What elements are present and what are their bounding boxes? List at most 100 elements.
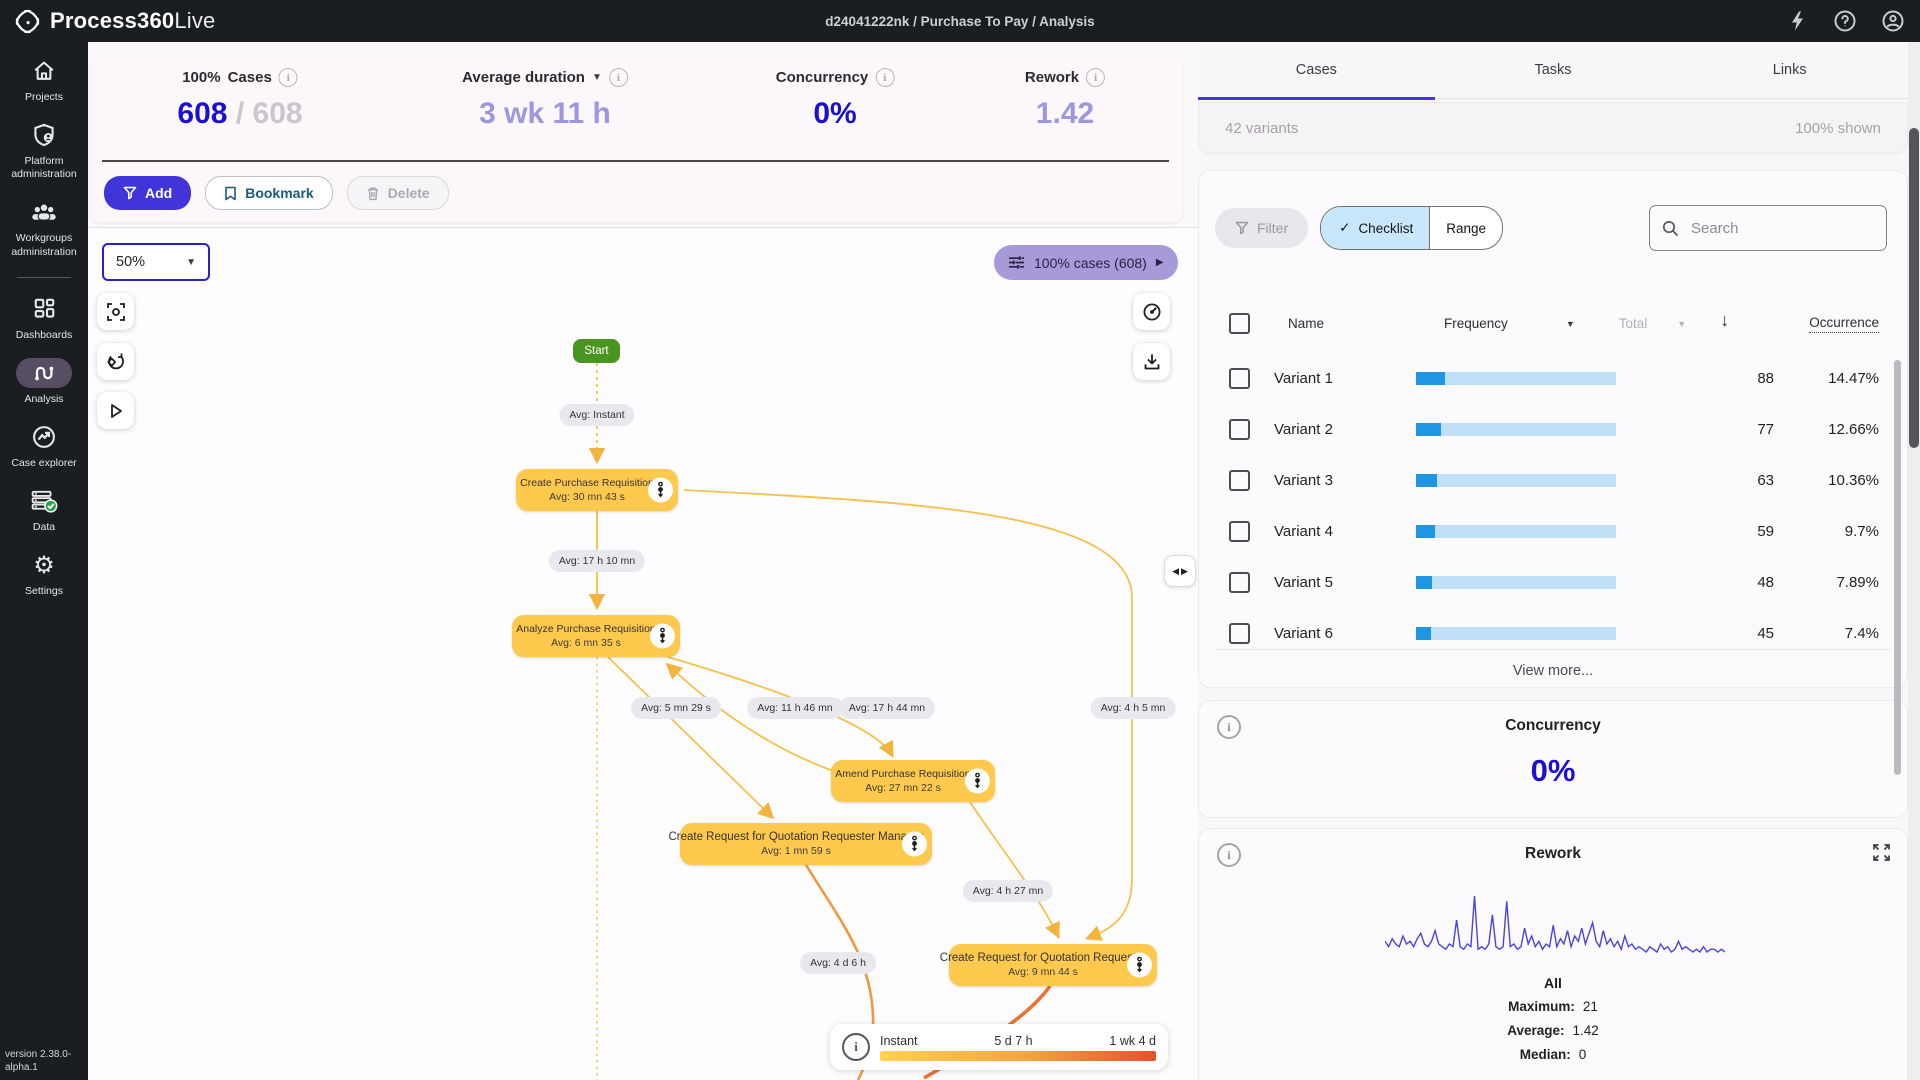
info-icon[interactable]: i — [278, 68, 298, 87]
breadcrumb: d24041222nk / Purchase To Pay / Analysis — [825, 13, 1095, 29]
list-mode-toggle: ✓ Checklist Range — [1320, 206, 1503, 250]
row-checkbox[interactable] — [1229, 418, 1250, 440]
play-icon — [107, 402, 125, 420]
info-icon[interactable]: i — [1086, 68, 1106, 87]
node-create-rfq-requester-manager[interactable]: Create Request for Quotation Requester M… — [668, 823, 932, 865]
activity-steps-icon[interactable] — [965, 768, 990, 794]
check-icon: ✓ — [1339, 220, 1351, 235]
tab-links[interactable]: Links — [1671, 42, 1908, 98]
gauge-icon — [1142, 302, 1162, 322]
version-label: version 2.38.0- alpha.1 — [5, 1049, 72, 1073]
view-more-link[interactable]: View more... — [1199, 663, 1907, 679]
data-icon — [30, 488, 58, 514]
account-button[interactable] — [1880, 8, 1906, 34]
panel-resize-handle[interactable]: ◀ ▶ — [1164, 555, 1196, 587]
variant-row[interactable]: Variant 1 88 14.47% — [1229, 361, 1879, 395]
edge-label: Avg: 4 h 5 mn — [1090, 697, 1176, 719]
row-checkbox[interactable] — [1229, 571, 1250, 593]
sidebar-item-projects[interactable]: Projects — [0, 56, 88, 104]
performance-view-button[interactable] — [1133, 293, 1170, 330]
checklist-toggle[interactable]: ✓ Checklist — [1321, 207, 1430, 249]
search-input[interactable] — [1689, 218, 1863, 238]
tab-tasks[interactable]: Tasks — [1435, 42, 1672, 98]
variant-row[interactable]: Variant 3 63 10.36% — [1229, 463, 1879, 497]
sidebar-item-platform-administration[interactable]: Platform administration — [0, 120, 88, 181]
stats-card: 100% Cases i 608 / 608 Average duration … — [90, 54, 1183, 222]
expand-icon[interactable] — [1872, 843, 1891, 862]
search-box — [1649, 205, 1887, 251]
chevron-down-icon: ▼ — [186, 256, 196, 268]
fit-to-screen-button[interactable] — [97, 293, 134, 330]
variant-row[interactable]: Variant 4 59 9.7% — [1229, 514, 1879, 548]
chevron-right-icon: ▶ — [1155, 257, 1164, 268]
variant-row[interactable]: Variant 6 45 7.4% — [1229, 616, 1879, 650]
add-filter-button[interactable]: Add — [104, 176, 192, 210]
sort-descending-icon[interactable]: ↓ — [1720, 310, 1729, 331]
panel-scrollbar-thumb[interactable] — [1909, 128, 1919, 448]
variant-row[interactable]: Variant 5 48 7.89% — [1229, 565, 1879, 599]
zoom-select[interactable]: 50% ▼ — [102, 243, 210, 281]
sidebar-item-dashboards[interactable]: Dashboards — [0, 294, 88, 342]
node-analyze-purchase-requisition[interactable]: Analyze Purchase Requisition Avg: 6 mn 3… — [512, 615, 680, 657]
stat-rework: Rework i 1.42 — [1025, 68, 1106, 131]
row-checkbox[interactable] — [1229, 622, 1250, 644]
info-icon[interactable]: i — [875, 68, 895, 87]
activity-steps-icon[interactable] — [1127, 952, 1152, 978]
column-total[interactable]: Total — [1619, 316, 1648, 331]
help-button[interactable] — [1832, 8, 1858, 34]
node-amend-purchase-requisition[interactable]: Amend Purchase Requisition Avg: 27 mn 22… — [831, 760, 995, 802]
activity-steps-icon[interactable] — [650, 623, 675, 649]
column-occurrence[interactable]: Occurrence — [1809, 315, 1879, 333]
activity-steps-icon[interactable] — [902, 831, 927, 857]
sidebar: Projects Platform administration Workgro… — [0, 42, 88, 1080]
column-name: Name — [1288, 316, 1325, 331]
sidebar-item-settings[interactable]: ⚙ Settings — [0, 550, 88, 598]
row-checkbox[interactable] — [1229, 520, 1250, 542]
info-icon[interactable]: i — [608, 68, 628, 87]
variants-scrollbar-thumb[interactable] — [1894, 360, 1901, 775]
chevron-right-icon: ▶ — [1181, 565, 1188, 576]
variant-row[interactable]: Variant 2 77 12.66% — [1229, 412, 1879, 446]
node-create-rfq-requester[interactable]: Create Request for Quotation Requester A… — [940, 944, 1157, 986]
chevron-down-icon[interactable]: ▼ — [1677, 319, 1686, 329]
row-checkbox[interactable] — [1229, 367, 1250, 389]
rework-sparkline — [1385, 891, 1725, 955]
edge-label: Avg: 17 h 44 mn — [838, 697, 936, 719]
quick-actions-button[interactable] — [1784, 8, 1810, 34]
frequency-bar — [1416, 626, 1616, 640]
row-checkbox[interactable] — [1229, 469, 1250, 491]
sidebar-item-case-explorer[interactable]: Case explorer — [0, 422, 88, 470]
column-frequency[interactable]: Frequency — [1444, 316, 1508, 331]
dashboards-icon — [32, 296, 57, 321]
sidebar-item-workgroups-administration[interactable]: Workgroups administration — [0, 197, 88, 258]
variants-table-header: Name Frequency ▼ Total ▼ ↓ Occurrence — [1229, 310, 1879, 334]
delete-button[interactable]: Delete — [346, 176, 449, 210]
select-all-checkbox[interactable] — [1229, 313, 1250, 334]
sidebar-item-data[interactable]: Data — [0, 486, 88, 534]
chevron-down-icon[interactable]: ▼ — [592, 72, 602, 83]
process-map[interactable]: 50% ▼ 100% cases (608) ▶ ◀ ▶ Start Avg: … — [88, 228, 1199, 1080]
shield-admin-icon — [31, 122, 57, 148]
reset-view-button[interactable] — [97, 343, 134, 380]
chevron-down-icon[interactable]: ▼ — [1566, 319, 1575, 329]
download-button[interactable] — [1133, 343, 1170, 380]
home-icon — [31, 59, 57, 83]
filter-button[interactable]: Filter — [1215, 208, 1309, 248]
activity-steps-icon[interactable] — [648, 477, 673, 503]
tab-cases[interactable]: Cases — [1198, 42, 1435, 100]
panel-tabs: Cases Tasks Links — [1198, 42, 1908, 100]
cases-percentage-button[interactable]: 100% cases (608) ▶ — [994, 245, 1178, 280]
sidebar-item-analysis[interactable]: Analysis — [0, 357, 88, 406]
info-icon[interactable]: i — [842, 1033, 870, 1061]
right-panel: Cases Tasks Links 42 variants 100% shown… — [1198, 42, 1920, 1080]
edge-label: Avg: 17 h 10 mn — [548, 550, 646, 572]
user-icon — [1881, 9, 1905, 33]
bookmark-button[interactable]: Bookmark — [205, 176, 333, 210]
help-icon — [1833, 9, 1857, 33]
play-animation-button[interactable] — [97, 392, 134, 429]
rework-stat: Average: 1.42 — [1507, 1023, 1599, 1038]
node-start[interactable]: Start — [573, 339, 620, 363]
concurrency-value: 0% — [1530, 753, 1576, 788]
node-create-purchase-requisition[interactable]: Create Purchase Requisition Avg: 30 mn 4… — [516, 469, 678, 511]
range-toggle[interactable]: Range — [1429, 207, 1502, 249]
